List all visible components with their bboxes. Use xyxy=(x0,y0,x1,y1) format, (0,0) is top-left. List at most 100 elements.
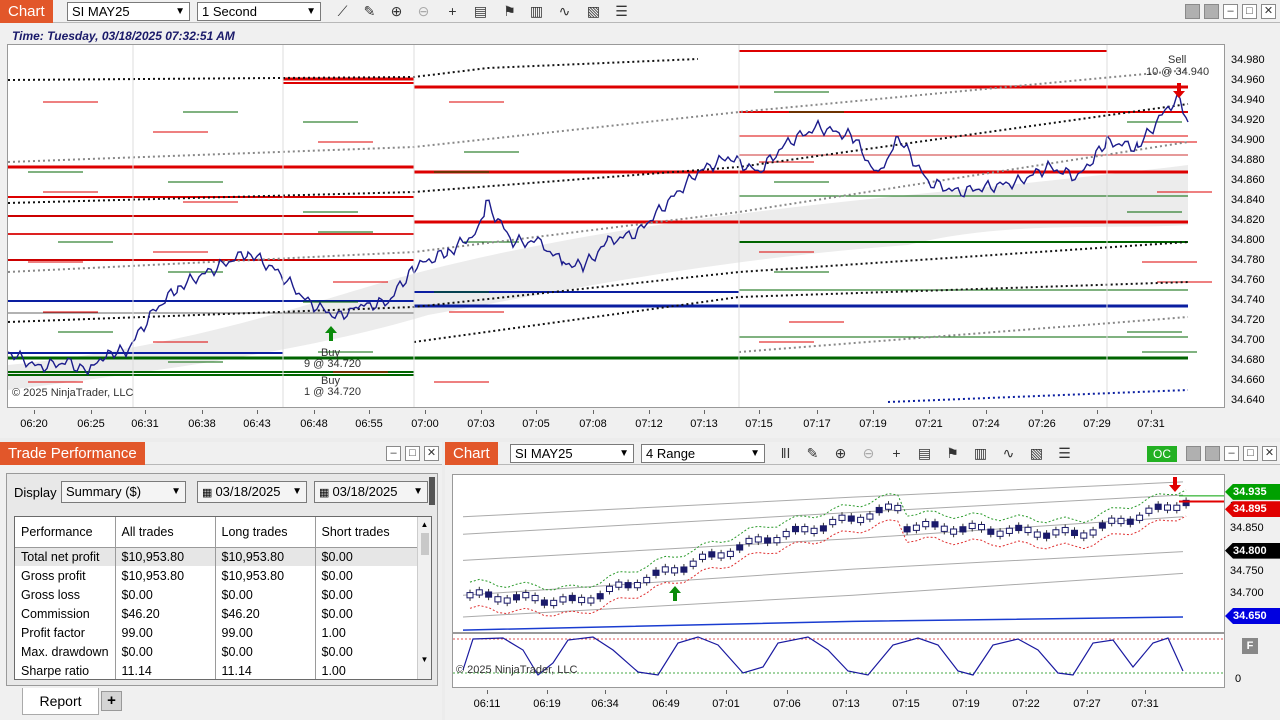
flag-icon[interactable]: ⚑ xyxy=(943,444,962,463)
bottom-chart-tab[interactable]: Chart xyxy=(445,442,498,465)
data-box-icon[interactable]: ▤ xyxy=(915,444,934,463)
crosshair-icon[interactable]: + xyxy=(887,444,906,463)
data-box-icon[interactable]: ▤ xyxy=(471,2,490,21)
time-axis-tick xyxy=(726,690,727,694)
table-scrollbar[interactable]: ▲ ▼ xyxy=(417,517,431,679)
table-row[interactable]: Commission $46.20 $46.20 $0.00 xyxy=(15,604,417,623)
scroll-up-icon[interactable]: ▲ xyxy=(418,520,431,529)
time-axis-label: 07:06 xyxy=(773,698,801,710)
table-cell: $0.00 xyxy=(215,585,316,604)
report-tab[interactable]: Report xyxy=(22,688,99,715)
restore-gray-button[interactable] xyxy=(1205,446,1220,461)
instrument-selector[interactable]: SI MAY25 ▼ xyxy=(67,2,190,21)
restore-gray-button[interactable] xyxy=(1204,4,1219,19)
maximize-button[interactable]: □ xyxy=(405,446,420,461)
candle xyxy=(503,597,511,604)
list-icon[interactable]: ☰ xyxy=(1055,444,1074,463)
minimize-button[interactable]: – xyxy=(386,446,401,461)
table-row[interactable]: Gross profit $10,953.80 $10,953.80 $0.00 xyxy=(15,566,417,585)
scroll-thumb[interactable] xyxy=(420,533,429,555)
table-row[interactable]: Profit factor 99.00 99.00 1.00 xyxy=(15,623,417,642)
candle xyxy=(615,581,623,588)
close-button[interactable]: ✕ xyxy=(424,446,439,461)
strategy-icon[interactable]: ▧ xyxy=(1027,444,1046,463)
bar-chart-icon[interactable]: ▥ xyxy=(971,444,990,463)
table-cell: Commission xyxy=(15,604,116,623)
candle xyxy=(754,536,762,543)
date-to-picker[interactable]: ▦ 03/18/2025 ▼ xyxy=(314,481,428,503)
pencil-icon[interactable]: ✎ xyxy=(360,2,379,21)
table-cell: 1.00 xyxy=(321,663,346,678)
candle xyxy=(866,513,874,520)
close-button[interactable]: ✕ xyxy=(1262,446,1277,461)
top-chart-toolbar: Chart SI MAY25 ▼ 1 Second ▼ ⟋ ✎ ⊕ ⊖ + ▤ ⚑ … xyxy=(0,0,1280,23)
display-selector[interactable]: Summary ($) ▼ xyxy=(61,481,186,503)
interval-selector[interactable]: 4 Range ▼ xyxy=(641,444,765,463)
time-axis-tick xyxy=(91,410,92,414)
bar-chart-icon[interactable]: ▥ xyxy=(527,2,546,21)
sell-label: Sell xyxy=(1168,54,1187,66)
top-time-axis: 06:20 06:25 06:31 06:38 06:43 06:48 06:55 07:00… xyxy=(7,410,1225,436)
zoom-out-icon[interactable]: ⊖ xyxy=(414,2,433,21)
panel-scrollbar[interactable] xyxy=(429,477,435,505)
indicator-icon[interactable]: ∿ xyxy=(999,444,1018,463)
candle xyxy=(1043,532,1051,539)
scroll-down-icon[interactable]: ▼ xyxy=(418,655,431,664)
column-header[interactable]: All trades xyxy=(115,517,216,548)
table-row[interactable]: Sharpe ratio 11.14 11.14 1.00 xyxy=(15,661,417,679)
chevron-down-icon: ▼ xyxy=(171,486,181,497)
candle xyxy=(1015,524,1023,532)
oc-button[interactable]: OC xyxy=(1147,446,1177,462)
time-axis-label: 07:13 xyxy=(690,418,718,430)
trade-performance-tab[interactable]: Trade Performance xyxy=(0,442,145,465)
candle xyxy=(940,525,948,532)
bottom-chart-canvas[interactable]: © 2025 NinjaTrader, LLC xyxy=(452,474,1225,688)
column-header[interactable]: Long trades xyxy=(215,517,316,548)
column-header[interactable]: Performance xyxy=(15,517,116,548)
flag-icon[interactable]: ⚑ xyxy=(500,2,519,21)
top-chart-canvas[interactable]: © 2025 NinjaTrader, LLC Sell 10 @ 34.940… xyxy=(7,44,1225,408)
table-row[interactable]: Total net profit $10,953.80 $10,953.80 $0.0… xyxy=(15,547,417,566)
candle xyxy=(968,522,976,530)
minimize-button[interactable]: – xyxy=(1223,4,1238,19)
pencil-icon[interactable]: ✎ xyxy=(803,444,822,463)
f-button[interactable]: F xyxy=(1242,638,1258,654)
zoom-in-icon[interactable]: ⊕ xyxy=(831,444,850,463)
candle xyxy=(689,560,697,567)
time-axis-tick xyxy=(1097,410,1098,414)
trend-dotted-line xyxy=(8,58,699,81)
time-axis-tick xyxy=(481,410,482,414)
maximize-button[interactable]: □ xyxy=(1242,4,1257,19)
zoom-out-icon[interactable]: ⊖ xyxy=(859,444,878,463)
close-button[interactable]: ✕ xyxy=(1261,4,1276,19)
column-header[interactable]: Short trades xyxy=(315,517,417,548)
price-badge: 34.800 xyxy=(1225,542,1280,559)
list-icon[interactable]: ☰ xyxy=(612,2,631,21)
table-cell: $0.00 xyxy=(215,642,316,661)
maximize-button[interactable]: □ xyxy=(1243,446,1258,461)
indicator-icon[interactable]: ∿ xyxy=(555,2,574,21)
instrument-selector[interactable]: SI MAY25 ▼ xyxy=(510,444,634,463)
top-chart-tab[interactable]: Chart xyxy=(0,0,53,23)
candle xyxy=(494,596,502,603)
envelope-line xyxy=(462,551,1184,596)
zoom-in-icon[interactable]: ⊕ xyxy=(387,2,406,21)
table-row[interactable]: Max. drawdown $0.00 $0.00 $0.00 xyxy=(15,642,417,661)
minimize-gray-button[interactable] xyxy=(1185,4,1200,19)
time-axis-label: 07:17 xyxy=(803,418,831,430)
add-tab-button[interactable]: + xyxy=(101,691,122,711)
time-axis-tick xyxy=(547,690,548,694)
table-cell: $0.00 xyxy=(321,587,353,602)
strategy-icon[interactable]: ▧ xyxy=(584,2,603,21)
line-drawing-icon[interactable]: ⟋ xyxy=(333,2,352,21)
date-from-picker[interactable]: ▦ 03/18/2025 ▼ xyxy=(197,481,307,503)
minimize-button[interactable]: – xyxy=(1224,446,1239,461)
candle xyxy=(847,515,855,522)
table-cell: $10,953.80 xyxy=(215,566,316,585)
interval-value: 4 Range xyxy=(646,446,696,461)
table-row[interactable]: Gross loss $0.00 $0.00 $0.00 xyxy=(15,585,417,604)
interval-selector[interactable]: 1 Second ▼ xyxy=(197,2,321,21)
bar-type-icon[interactable]: ǁǀ xyxy=(776,444,795,463)
crosshair-icon[interactable]: + xyxy=(443,2,462,21)
minimize-gray-button[interactable] xyxy=(1186,446,1201,461)
